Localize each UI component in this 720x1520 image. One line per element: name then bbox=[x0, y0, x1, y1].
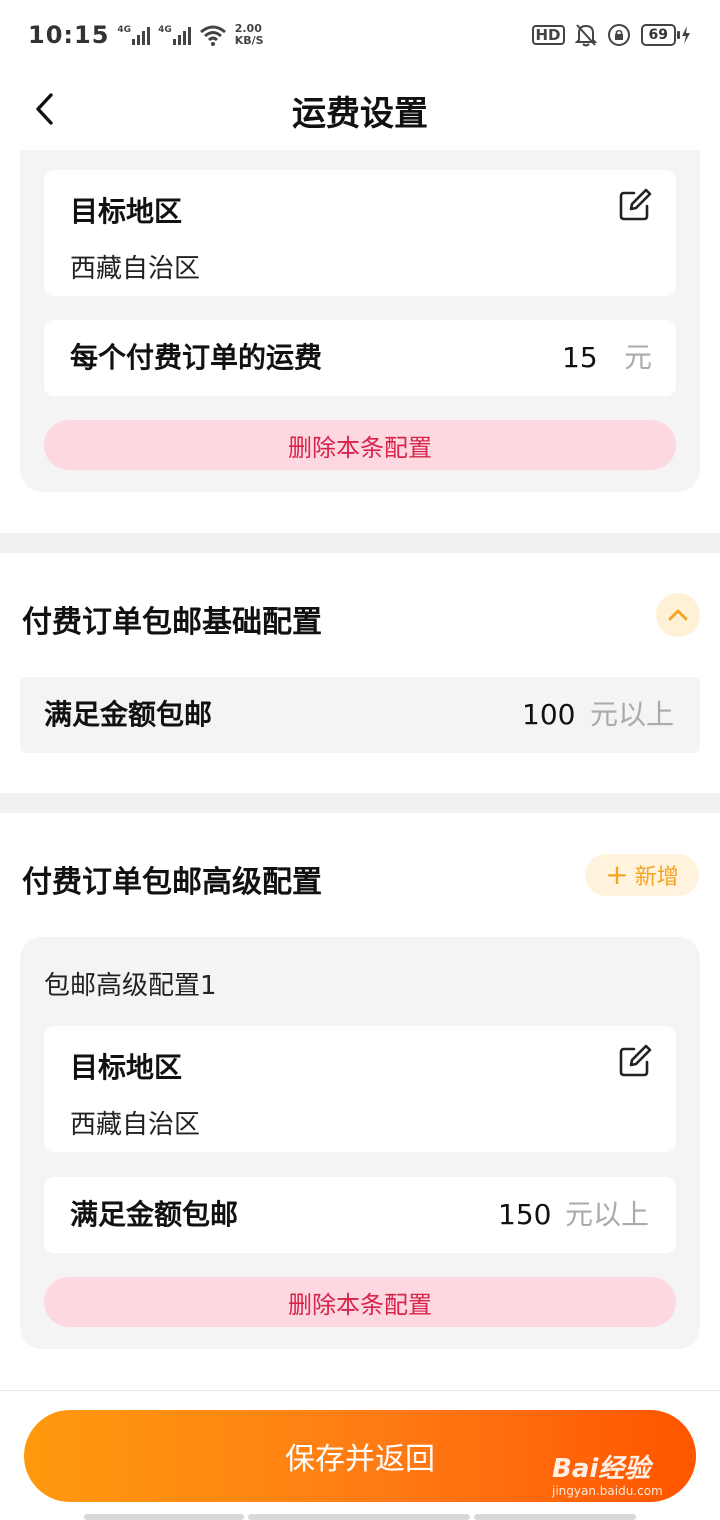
charging-bolt-icon bbox=[682, 26, 690, 44]
watermark: Bai经验 jingyan.baidu.com bbox=[552, 1440, 702, 1506]
lock-rotation-icon bbox=[607, 24, 630, 46]
adv-target-region-value: 西藏自治区 bbox=[70, 1110, 201, 1140]
back-button[interactable] bbox=[22, 84, 66, 134]
mute-bell-icon bbox=[574, 24, 597, 47]
home-indicator-3 bbox=[474, 1514, 636, 1520]
chevron-left-icon bbox=[36, 93, 53, 125]
basic-row-unit: 元以上 bbox=[590, 698, 675, 731]
fee-value[interactable]: 15 bbox=[562, 320, 598, 396]
watermark-brand: Bai经验 bbox=[552, 1454, 651, 1484]
section-divider bbox=[0, 533, 720, 553]
net-speed-unit: KB/S bbox=[234, 34, 264, 47]
watermark-url: jingyan.baidu.com bbox=[552, 1484, 663, 1498]
wifi-icon bbox=[199, 25, 226, 46]
battery-icon: 69 bbox=[640, 24, 692, 46]
plus-icon: + bbox=[605, 858, 629, 891]
fee-row[interactable]: 每个付费订单的运费 15 元 bbox=[44, 320, 676, 396]
target-region-title: 目标地区 bbox=[70, 195, 183, 228]
adv-free-shipping-row[interactable]: 满足金额包邮 150 元以上 bbox=[44, 1177, 676, 1253]
page-title: 运费设置 bbox=[292, 93, 428, 134]
fee-label: 每个付费订单的运费 bbox=[70, 341, 323, 374]
signal-2-icon: 4G bbox=[158, 25, 191, 45]
delete-config-button[interactable]: 删除本条配置 bbox=[44, 420, 676, 470]
basic-row-label: 满足金额包邮 bbox=[44, 698, 213, 731]
section-divider-2 bbox=[0, 793, 720, 813]
basic-row-value[interactable]: 100 bbox=[522, 677, 575, 753]
adv-row-label: 满足金额包邮 bbox=[70, 1198, 239, 1231]
adv-row-value[interactable]: 150 bbox=[498, 1177, 551, 1253]
status-bar: 10:15 4G 4G 2.00 KB/S HD 69 bbox=[0, 0, 720, 70]
delete-config-button[interactable]: 删除本条配置 bbox=[44, 1277, 676, 1327]
target-region-value: 西藏自治区 bbox=[70, 254, 201, 284]
home-indicator-1 bbox=[84, 1514, 244, 1520]
adv-row-unit: 元以上 bbox=[565, 1198, 650, 1231]
basic-free-shipping-row[interactable]: 满足金额包邮 100 元以上 bbox=[20, 677, 700, 753]
add-label: 新增 bbox=[634, 865, 679, 890]
edit-icon[interactable] bbox=[618, 1044, 652, 1078]
paid-region-config-card: 目标地区 西藏自治区 每个付费订单的运费 15 元 删除本条配置 bbox=[20, 150, 700, 492]
advanced-free-shipping-title: 付费订单包邮高级配置 bbox=[22, 865, 322, 900]
net-speed: 2.00 KB/S bbox=[235, 23, 264, 47]
nav-header: 运费设置 bbox=[0, 70, 720, 150]
home-indicator-2 bbox=[248, 1514, 470, 1520]
footer-divider bbox=[0, 1390, 720, 1391]
battery-level: 69 bbox=[640, 24, 676, 46]
add-config-button[interactable]: + 新增 bbox=[585, 854, 699, 896]
fee-unit: 元 bbox=[624, 341, 653, 374]
basic-free-shipping-title: 付费订单包邮基础配置 bbox=[22, 605, 322, 640]
clock: 10:15 bbox=[28, 21, 110, 49]
target-region-card[interactable]: 目标地区 西藏自治区 bbox=[44, 170, 676, 296]
content-scroll[interactable]: 目标地区 西藏自治区 每个付费订单的运费 15 元 删除本条配置 付费订单包邮基… bbox=[0, 150, 720, 1390]
signal-1-icon: 4G bbox=[117, 25, 151, 45]
signal-2-tag: 4G bbox=[158, 25, 172, 35]
status-right: HD 69 bbox=[531, 23, 693, 47]
advanced-config-item-label: 包邮高级配置1 bbox=[44, 971, 217, 1001]
advanced-config-card: 包邮高级配置1 目标地区 西藏自治区 满足金额包邮 150 元以上 删除本条配置 bbox=[20, 937, 700, 1349]
adv-target-region-title: 目标地区 bbox=[70, 1051, 183, 1084]
signal-1-tag: 4G bbox=[117, 25, 132, 35]
chevron-up-icon bbox=[668, 609, 688, 621]
adv-target-region-card[interactable]: 目标地区 西藏自治区 bbox=[44, 1026, 676, 1152]
edit-icon[interactable] bbox=[618, 188, 652, 222]
hd-icon: HD bbox=[531, 25, 565, 45]
status-left: 10:15 4G 4G 2.00 KB/S bbox=[28, 21, 264, 49]
collapse-button[interactable] bbox=[656, 593, 700, 637]
